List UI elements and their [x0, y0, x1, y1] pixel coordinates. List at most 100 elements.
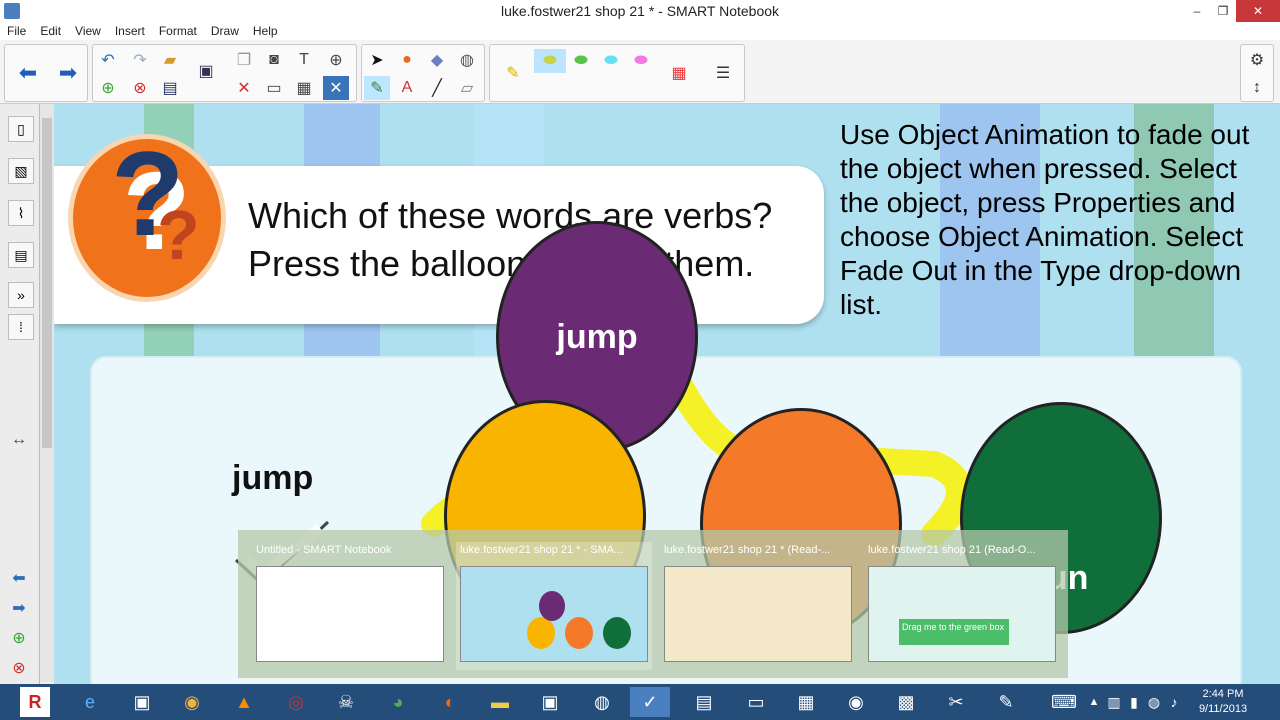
battery-icon[interactable]: ▮ — [1124, 687, 1144, 717]
steam-tray-icon[interactable]: ◍ — [1144, 687, 1164, 717]
show-hidden-icons[interactable]: ▲ — [1084, 687, 1104, 717]
zoom-icon[interactable]: ⊕ — [323, 48, 349, 72]
select-arrow-icon[interactable]: ➤ — [364, 48, 390, 72]
color-palette-icon[interactable]: ▦ — [666, 61, 692, 85]
capture-icon[interactable]: ◙ — [261, 48, 287, 72]
video-icon[interactable]: ▦ — [786, 687, 826, 717]
chrome-icon[interactable]: ◕ — [378, 687, 418, 717]
erase-icon[interactable]: ▱ — [454, 76, 480, 100]
highlighter-icon[interactable]: ✎ — [500, 61, 526, 85]
line-style-icon[interactable]: ☰ — [710, 61, 736, 85]
system-clock[interactable]: 2:44 PM 9/11/2013 — [1188, 687, 1258, 717]
app-icon[interactable]: ◉ — [836, 687, 876, 717]
toolbar-position-icon[interactable]: ↕ — [1244, 76, 1270, 100]
app-icon[interactable]: ▩ — [886, 687, 926, 717]
page-sorter-icon[interactable]: ▯ — [8, 116, 34, 142]
menu-draw[interactable]: Draw — [204, 24, 246, 38]
app-icon[interactable]: ✎ — [986, 687, 1026, 717]
text-icon[interactable]: A — [394, 76, 420, 100]
properties-icon[interactable]: ▤ — [8, 242, 34, 268]
pink-pen-icon[interactable]: ⬬ — [628, 49, 654, 73]
gallery-icon[interactable]: ▧ — [8, 158, 34, 184]
menu-edit[interactable]: Edit — [33, 24, 68, 38]
delete-page-side-icon[interactable]: ⊗ — [6, 656, 32, 680]
vertical-scrollbar[interactable] — [40, 104, 54, 682]
thumbnail-shop21-readonly[interactable]: luke.fostwer21 shop 21 * (Read-... — [660, 542, 856, 670]
side-tabs: ▯ ▧ ⌇ ▤ » ⁞ ↔ ⬅ ➡ ⊕ ⊗ — [0, 104, 40, 684]
app-icon[interactable]: ▭ — [736, 687, 776, 717]
save-icon[interactable]: ▤ — [157, 76, 183, 100]
text-tool-icon[interactable]: T — [291, 48, 317, 72]
app-icon[interactable]: ☠ — [326, 687, 366, 717]
thumbnail-shop21-active[interactable]: luke.fostwer21 shop 21 * - SMA... — [456, 542, 652, 670]
minimize-button[interactable]: – — [1184, 0, 1210, 22]
smart-notebook-taskbar-icon[interactable]: ✓ — [630, 687, 670, 717]
line-icon[interactable]: ╱ — [424, 76, 450, 100]
next-page-icon[interactable]: ➡ — [6, 596, 32, 620]
grip-icon[interactable]: ⁞ — [8, 314, 34, 340]
thumbnail-untitled[interactable]: Untitled - SMART Notebook — [252, 542, 448, 670]
addons-icon[interactable]: » — [8, 282, 34, 308]
keyboard-icon[interactable]: ⌨ — [1044, 687, 1084, 717]
firefox-icon[interactable]: ◐ — [430, 687, 470, 717]
copy-icon[interactable]: ❐ — [231, 48, 257, 72]
delete-icon[interactable]: ✕ — [231, 76, 257, 100]
shape-icon[interactable]: ● — [394, 48, 420, 72]
screen-shade-icon[interactable]: ▣ — [193, 59, 219, 83]
balloon-jump-label: jump — [556, 317, 638, 356]
app-icon[interactable]: ▣ — [122, 687, 162, 717]
clock-date: 9/11/2013 — [1198, 703, 1248, 715]
open-folder-icon[interactable]: ▰ — [157, 48, 183, 72]
app-icon[interactable]: ▣ — [530, 687, 570, 717]
steam-icon[interactable]: ◍ — [582, 687, 622, 717]
cyan-pen-icon[interactable]: ⬬ — [598, 49, 624, 73]
window-controls: – ❐ ✕ — [1184, 0, 1280, 22]
roblox-icon[interactable]: R — [20, 687, 50, 717]
eraser-icon[interactable]: ◆ — [424, 48, 450, 72]
back-arrow-icon[interactable]: ⬅ — [15, 60, 41, 85]
add-page-side-icon[interactable]: ⊕ — [6, 626, 32, 650]
scrollbar-thumb[interactable] — [42, 118, 52, 448]
delete-page-icon[interactable]: ⊗ — [127, 76, 153, 100]
network-icon[interactable]: ▥ — [1104, 687, 1124, 717]
tools-icon[interactable]: ✂ — [936, 687, 976, 717]
attachments-icon[interactable]: ⌇ — [8, 200, 34, 226]
internet-explorer-icon[interactable]: e — [70, 687, 110, 717]
fill-icon[interactable]: ◍ — [454, 48, 480, 72]
menu-help[interactable]: Help — [246, 24, 285, 38]
forward-arrow-icon[interactable]: ➡ — [55, 60, 81, 85]
close-view-icon[interactable]: ✕ — [323, 76, 349, 100]
yellow-pen-icon[interactable]: ⬬ — [534, 49, 566, 73]
thumbnail-image — [256, 566, 444, 662]
thumbnail-shop21-readonly-2[interactable]: luke.fostwer21 shop 21 (Read-O... Drag m… — [864, 542, 1060, 670]
prev-page-icon[interactable]: ⬅ — [6, 566, 32, 590]
menu-file[interactable]: File — [0, 24, 33, 38]
file-explorer-icon[interactable]: ▬ — [480, 687, 520, 717]
volume-icon[interactable]: ♪ — [1164, 687, 1184, 717]
tools-group: ➤ ● ◆ ◍ ✎ A ╱ ▱ — [361, 44, 485, 102]
maximize-button[interactable]: ❐ — [1210, 0, 1236, 22]
thumbnail-image: Drag me to the green box — [868, 566, 1056, 662]
move-tabs-icon[interactable]: ↔ — [6, 428, 32, 452]
close-button[interactable]: ✕ — [1236, 0, 1280, 22]
menu-bar: File Edit View Insert Format Draw Help — [0, 22, 1280, 40]
menu-insert[interactable]: Insert — [108, 24, 152, 38]
smart-notebook-icon — [4, 3, 20, 19]
app-icon[interactable]: ◉ — [172, 687, 212, 717]
vlc-icon[interactable]: ▲ — [224, 687, 264, 717]
menu-view[interactable]: View — [68, 24, 108, 38]
redo-icon[interactable]: ↷ — [127, 48, 153, 72]
undo-icon[interactable]: ↶ — [95, 48, 121, 72]
pens-icon[interactable]: ✎ — [364, 76, 390, 100]
table-icon[interactable]: ▦ — [291, 76, 317, 100]
screen-icon[interactable]: ▭ — [261, 76, 287, 100]
green-pen-icon[interactable]: ⬬ — [568, 49, 594, 73]
thumbnail-image — [664, 566, 852, 662]
app-icon[interactable]: ◎ — [276, 687, 316, 717]
thumbnail-title: Untitled - SMART Notebook — [256, 544, 392, 556]
mini-balloon — [603, 617, 631, 649]
add-page-icon[interactable]: ⊕ — [95, 76, 121, 100]
app-icon[interactable]: ▤ — [684, 687, 724, 717]
menu-format[interactable]: Format — [152, 24, 204, 38]
gear-icon[interactable]: ⚙ — [1244, 48, 1270, 72]
